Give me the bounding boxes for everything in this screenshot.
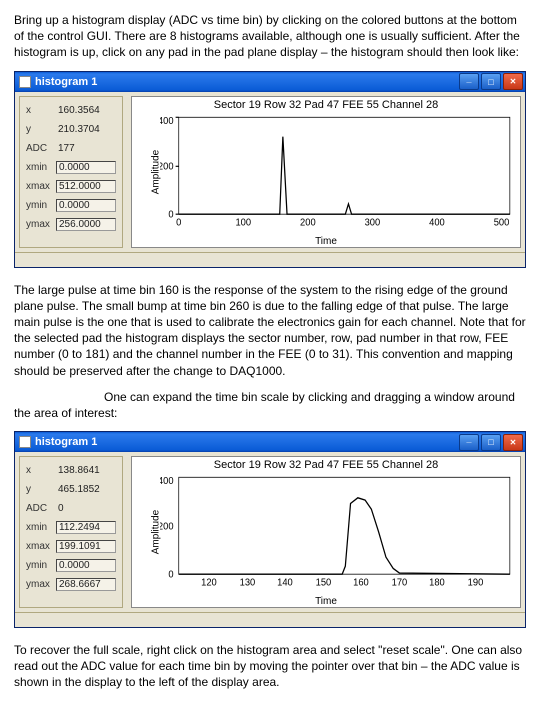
value-y: 465.1852: [56, 484, 116, 495]
maximize-button[interactable]: [481, 434, 501, 451]
app-icon: [19, 76, 31, 88]
close-button[interactable]: [503, 73, 523, 90]
label-xmax: xmax: [26, 181, 56, 192]
readout-panel: x160.3564 y210.3704 ADC177 xmin0.0000 xm…: [19, 96, 123, 248]
label-ymax: ymax: [26, 219, 56, 230]
titlebar[interactable]: histogram 1: [15, 72, 525, 92]
svg-text:400: 400: [160, 476, 174, 487]
svg-text:200: 200: [160, 521, 174, 532]
input-ymax[interactable]: 256.0000: [56, 218, 116, 231]
recover-paragraph: To recover the full scale, right click o…: [14, 642, 526, 691]
svg-text:190: 190: [468, 577, 484, 588]
svg-text:200: 200: [160, 161, 174, 172]
explanation-paragraph: The large pulse at time bin 160 is the r…: [14, 282, 526, 379]
label-x: x: [26, 465, 56, 476]
svg-text:100: 100: [235, 217, 251, 228]
status-bar: [15, 612, 525, 627]
histogram-window-2: histogram 1 x138.8641 y465.1852 ADC0 xmi…: [14, 431, 526, 628]
x-axis-label: Time: [132, 596, 520, 607]
plot-title: Sector 19 Row 32 Pad 47 FEE 55 Channel 2…: [132, 97, 520, 113]
label-x: x: [26, 105, 56, 116]
titlebar[interactable]: histogram 1: [15, 432, 525, 452]
close-button[interactable]: [503, 434, 523, 451]
svg-text:500: 500: [494, 217, 510, 228]
minimize-button[interactable]: [459, 434, 479, 451]
label-y: y: [26, 484, 56, 495]
label-ymin: ymin: [26, 200, 56, 211]
input-xmax[interactable]: 199.1091: [56, 540, 116, 553]
input-xmax[interactable]: 512.0000: [56, 180, 116, 193]
input-ymin[interactable]: 0.0000: [56, 199, 116, 212]
chart-svg: 0 200 400 0 100 200 300 400 500: [160, 115, 514, 229]
plot-area[interactable]: Sector 19 Row 32 Pad 47 FEE 55 Channel 2…: [131, 96, 521, 248]
zoom-paragraph: One can expand the time bin scale by cli…: [14, 389, 526, 421]
svg-text:180: 180: [429, 577, 445, 588]
label-adc: ADC: [26, 503, 56, 514]
svg-text:160: 160: [353, 577, 369, 588]
input-xmin[interactable]: 112.2494: [56, 521, 116, 534]
svg-text:0: 0: [168, 209, 174, 220]
value-x: 138.8641: [56, 465, 116, 476]
value-adc: 0: [56, 503, 116, 514]
svg-text:200: 200: [300, 217, 316, 228]
label-ymax: ymax: [26, 579, 56, 590]
label-xmin: xmin: [26, 162, 56, 173]
histogram-window-1: histogram 1 x160.3564 y210.3704 ADC177 x…: [14, 71, 526, 268]
label-ymin: ymin: [26, 560, 56, 571]
minimize-button[interactable]: [459, 73, 479, 90]
plot-area[interactable]: Sector 19 Row 32 Pad 47 FEE 55 Channel 2…: [131, 456, 521, 608]
maximize-button[interactable]: [481, 73, 501, 90]
label-y: y: [26, 124, 56, 135]
input-ymin[interactable]: 0.0000: [56, 559, 116, 572]
svg-text:400: 400: [160, 115, 174, 126]
svg-text:150: 150: [316, 577, 332, 588]
status-bar: [15, 252, 525, 267]
svg-text:130: 130: [240, 577, 256, 588]
label-adc: ADC: [26, 143, 56, 154]
chart-svg: 0 200 400 120 130 140 150 160 170 180 19…: [160, 475, 514, 589]
input-xmin[interactable]: 0.0000: [56, 161, 116, 174]
plot-title: Sector 19 Row 32 Pad 47 FEE 55 Channel 2…: [132, 457, 520, 473]
svg-text:120: 120: [201, 577, 217, 588]
window-title: histogram 1: [35, 76, 457, 88]
label-xmin: xmin: [26, 522, 56, 533]
svg-text:170: 170: [392, 577, 408, 588]
svg-text:0: 0: [176, 217, 182, 228]
label-xmax: xmax: [26, 541, 56, 552]
window-title: histogram 1: [35, 436, 457, 448]
x-axis-label: Time: [132, 236, 520, 247]
value-x: 160.3564: [56, 105, 116, 116]
value-y: 210.3704: [56, 124, 116, 135]
readout-panel: x138.8641 y465.1852 ADC0 xmin112.2494 xm…: [19, 456, 123, 608]
svg-text:300: 300: [365, 217, 381, 228]
svg-text:400: 400: [429, 217, 445, 228]
svg-text:0: 0: [168, 569, 174, 580]
value-adc: 177: [56, 143, 116, 154]
intro-paragraph: Bring up a histogram display (ADC vs tim…: [14, 12, 526, 61]
input-ymax[interactable]: 268.6667: [56, 578, 116, 591]
svg-text:140: 140: [277, 577, 293, 588]
app-icon: [19, 436, 31, 448]
